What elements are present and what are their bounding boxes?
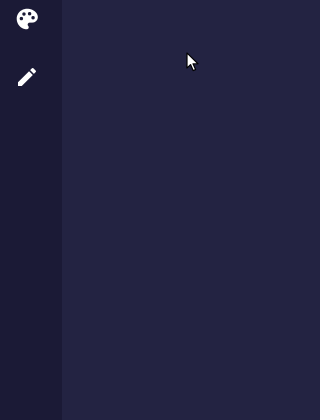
palette-icon bbox=[16, 8, 38, 30]
pencil-tool-button[interactable] bbox=[10, 60, 44, 94]
tool-sidebar bbox=[0, 0, 62, 420]
pencil-icon bbox=[18, 67, 37, 86]
palette-tool-button[interactable] bbox=[10, 2, 44, 36]
canvas-area[interactable] bbox=[62, 0, 270, 420]
app-window bbox=[0, 0, 270, 420]
